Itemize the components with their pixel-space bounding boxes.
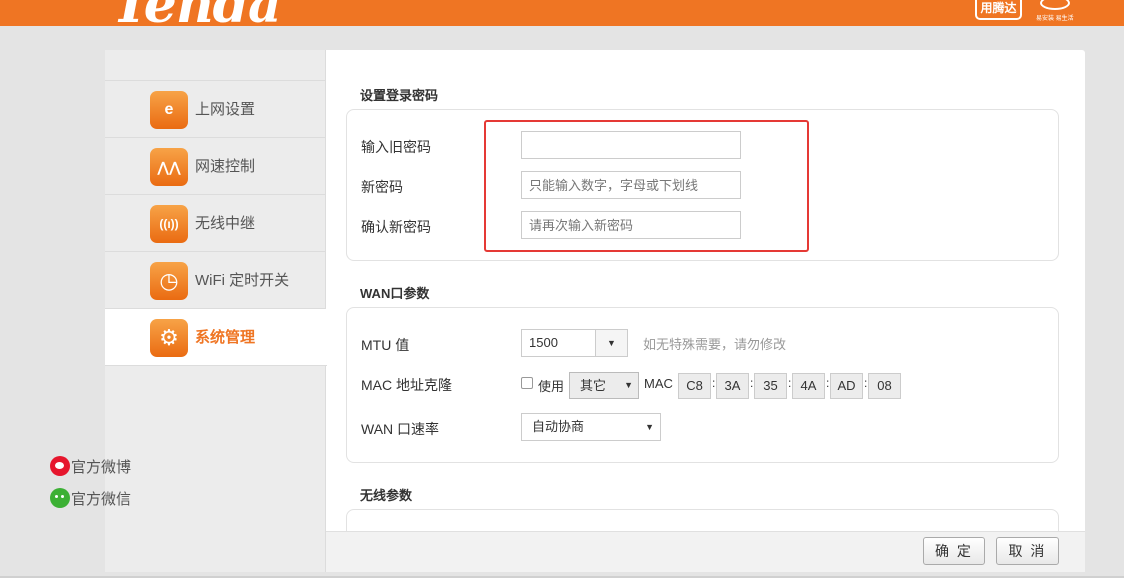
mac-separator: : — [750, 376, 754, 390]
wechat-label: 官方微信 — [71, 491, 132, 508]
top-header: Tenda 用腾达 易安装 易生活 — [0, 0, 1124, 26]
mac-separator: : — [864, 376, 868, 390]
password-section-title: 设置登录密码 — [360, 88, 439, 103]
old-password-label: 输入旧密码 — [361, 139, 431, 155]
mac-octet-4[interactable]: 4A — [792, 373, 825, 399]
highlight-box — [484, 120, 809, 252]
official-weibo-link[interactable]: 官方微博 — [50, 456, 131, 477]
confirm-password-label: 确认新密码 — [361, 219, 431, 235]
easylink-logo: 易安装 易生活 — [1032, 0, 1084, 26]
chevron-down-icon: ▼ — [607, 338, 616, 348]
tenda-logo: Tenda — [112, 0, 282, 26]
wireless-relay-icon: ((ı)) — [150, 205, 188, 243]
wireless-section-title: 无线参数 — [360, 488, 413, 503]
sidebar-item-label: 上网设置 — [195, 101, 256, 118]
mac-clone-label: MAC 地址克隆 — [361, 377, 452, 393]
mac-clone-checkbox[interactable] — [521, 377, 533, 389]
sidebar-item-wifi-timer[interactable]: ◷ WiFi 定时开关 — [105, 252, 326, 309]
mac-octet-3[interactable]: 35 — [754, 373, 787, 399]
chevron-down-icon: ▼ — [645, 422, 654, 432]
speed-icon: ⋀⋀ — [150, 148, 188, 186]
mtu-input[interactable]: 1500 — [521, 329, 595, 357]
sidebar-item-label: 网速控制 — [195, 158, 256, 175]
cancel-button[interactable]: 取 消 — [996, 537, 1059, 565]
sidebar-item-label: 系统管理 — [195, 329, 256, 346]
mac-octet-6[interactable]: 08 — [868, 373, 901, 399]
internet-icon: e — [150, 91, 188, 129]
mtu-label: MTU 值 — [361, 337, 410, 353]
gear-icon: ⚙ — [150, 319, 188, 357]
wan-rate-label: WAN 口速率 — [361, 421, 440, 437]
mac-separator: : — [712, 376, 716, 390]
easylink-swoosh-icon — [1040, 0, 1070, 10]
wan-rate-select[interactable]: 自动协商 ▼ — [521, 413, 661, 441]
mac-mode-value: 其它 — [580, 378, 607, 393]
sidebar-item-label: 无线中继 — [195, 215, 256, 232]
mac-octet-2[interactable]: 3A — [716, 373, 749, 399]
mac-text-label: MAC — [644, 376, 673, 391]
mac-use-label: 使用 — [538, 379, 565, 394]
official-wechat-link[interactable]: 官方微信 — [50, 488, 131, 509]
wan-section-title: WAN口参数 — [360, 286, 430, 301]
chevron-down-icon: ▼ — [624, 380, 633, 390]
sidebar: e 上网设置 ⋀⋀ 网速控制 ((ı)) 无线中继 ◷ WiFi 定时开关 ⚙ … — [105, 50, 327, 572]
sidebar-item-wireless-relay[interactable]: ((ı)) 无线中继 — [105, 195, 326, 252]
mac-separator: : — [826, 376, 830, 390]
easylink-tagline: 易安装 易生活 — [1036, 16, 1074, 22]
timer-icon: ◷ — [150, 262, 188, 300]
mtu-hint: 如无特殊需要，请勿修改 — [643, 337, 787, 352]
weibo-label: 官方微博 — [71, 459, 132, 476]
partner-badge: 用腾达 — [975, 0, 1022, 20]
mac-separator: : — [788, 376, 792, 390]
wan-rate-value: 自动协商 — [532, 419, 585, 434]
wechat-icon — [50, 488, 70, 508]
sidebar-item-internet-settings[interactable]: e 上网设置 — [105, 81, 326, 138]
sidebar-item-label: WiFi 定时开关 — [195, 272, 290, 289]
mtu-dropdown-button[interactable]: ▼ — [595, 329, 628, 357]
confirm-button[interactable]: 确 定 — [923, 537, 985, 565]
sidebar-item-speed-control[interactable]: ⋀⋀ 网速控制 — [105, 138, 326, 195]
sidebar-item-system-management[interactable]: ⚙ 系统管理 — [105, 309, 327, 366]
weibo-icon — [50, 456, 70, 476]
mac-octet-1[interactable]: C8 — [678, 373, 711, 399]
sidebar-nav: e 上网设置 ⋀⋀ 网速控制 ((ı)) 无线中继 ◷ WiFi 定时开关 ⚙ … — [105, 80, 327, 366]
mac-octet-5[interactable]: AD — [830, 373, 863, 399]
mac-mode-select[interactable]: 其它 ▼ — [569, 372, 639, 399]
new-password-label: 新密码 — [361, 179, 403, 195]
